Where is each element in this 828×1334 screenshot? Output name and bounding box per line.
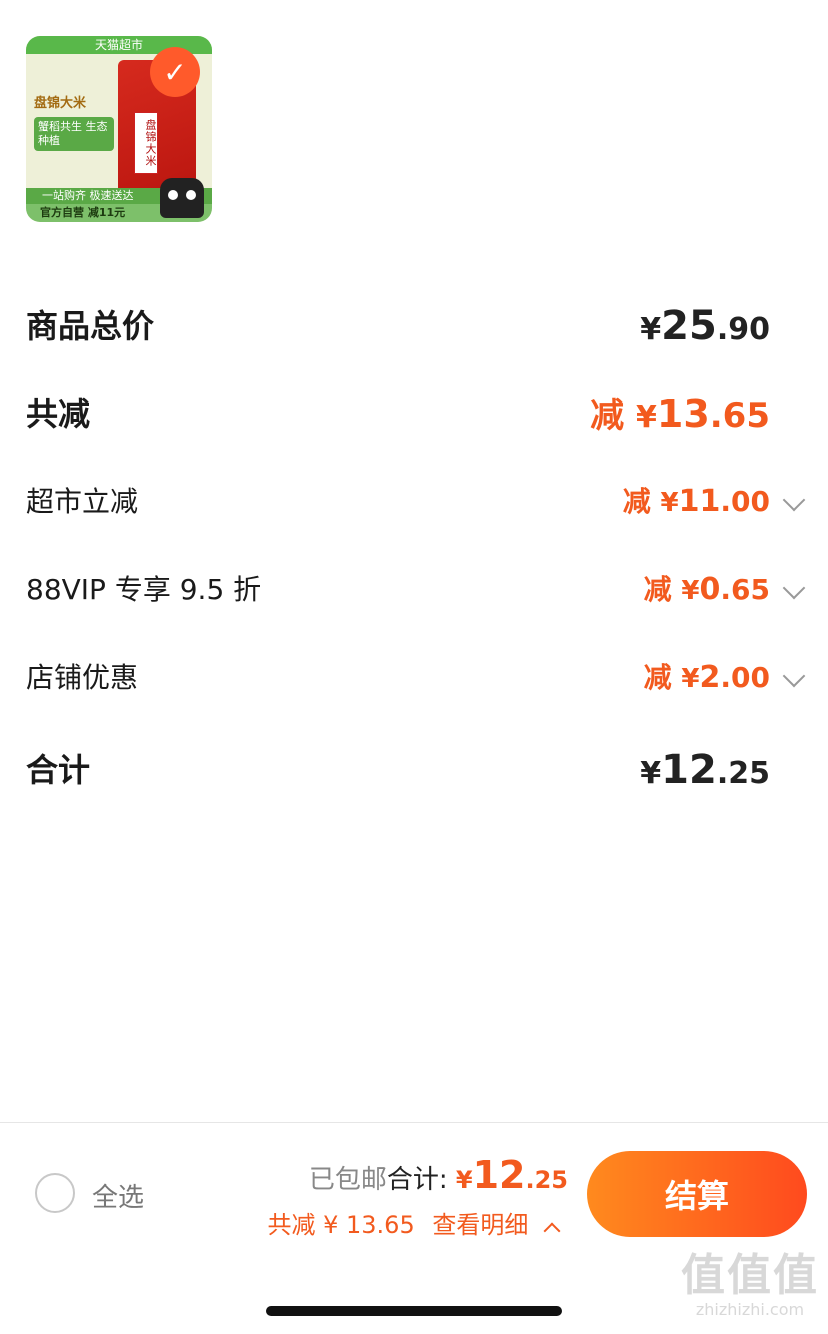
total-row: 合计 ¥12.25 (26, 740, 802, 800)
home-indicator[interactable] (266, 1306, 562, 1316)
watermark-url: zhizhizhi.com (695, 1300, 805, 1319)
bar-total-label: 合计: (386, 1165, 448, 1195)
bar-total: 已包邮合计: ¥12.25 (308, 1153, 568, 1197)
tmall-cat-icon (160, 178, 204, 218)
shipping-text: 已包邮 (308, 1165, 387, 1195)
selected-check-icon[interactable]: ✓ (150, 47, 200, 97)
total-label: 合计 (26, 751, 91, 789)
thumb-tag: 蟹稻共生 生态种植 (34, 117, 114, 151)
discount-summary[interactable]: 共减 ¥ 13.65 查看明细 (267, 1205, 561, 1240)
chevron-down-icon[interactable] (782, 488, 806, 512)
store-discount-value: 减 ¥2.00 (643, 660, 770, 695)
discount-summary-text: 共减 ¥ 13.65 (267, 1211, 415, 1239)
select-all-radio[interactable] (35, 1173, 75, 1213)
vip-discount-label: 88VIP 专享 9.5 折 (26, 573, 262, 606)
checkout-button[interactable]: 结算 (587, 1151, 807, 1237)
supermarket-discount-label: 超市立减 (26, 485, 139, 518)
thumb-left-text: 盘锦大米 蟹稻共生 生态种植 (34, 92, 114, 151)
goods-total-label: 商品总价 (26, 307, 155, 345)
total-value: ¥12.25 (640, 747, 770, 793)
store-discount-row[interactable]: 店铺优惠 减 ¥2.00 (26, 648, 806, 708)
total-discount-row: 共减 减 ¥13.65 (26, 384, 802, 444)
bag-label: 盘锦大米 (134, 112, 158, 174)
goods-total-row: 商品总价 ¥25.90 (26, 296, 802, 356)
chevron-down-icon[interactable] (782, 664, 806, 688)
vip-discount-value: 减 ¥0.65 (643, 572, 770, 607)
view-details-link[interactable]: 查看明细 (432, 1211, 528, 1239)
supermarket-discount-row[interactable]: 超市立减 减 ¥11.00 (26, 472, 806, 532)
goods-total-value: ¥25.90 (640, 303, 770, 349)
select-all-label[interactable]: 全选 (92, 1177, 144, 1214)
vip-discount-row[interactable]: 88VIP 专享 9.5 折 减 ¥0.65 (26, 560, 806, 620)
store-discount-label: 店铺优惠 (26, 661, 139, 694)
total-discount-value: 减 ¥13.65 (590, 392, 770, 436)
watermark-logo: 值值值 (681, 1250, 819, 1301)
chevron-up-icon[interactable] (543, 1222, 561, 1240)
chevron-down-icon[interactable] (782, 576, 806, 600)
supermarket-discount-value: 减 ¥11.00 (622, 484, 770, 519)
total-discount-label: 共减 (26, 395, 91, 433)
watermark: 值值值 zhizhizhi.com (680, 1252, 820, 1320)
thumb-brand: 盘锦大米 (34, 96, 87, 111)
